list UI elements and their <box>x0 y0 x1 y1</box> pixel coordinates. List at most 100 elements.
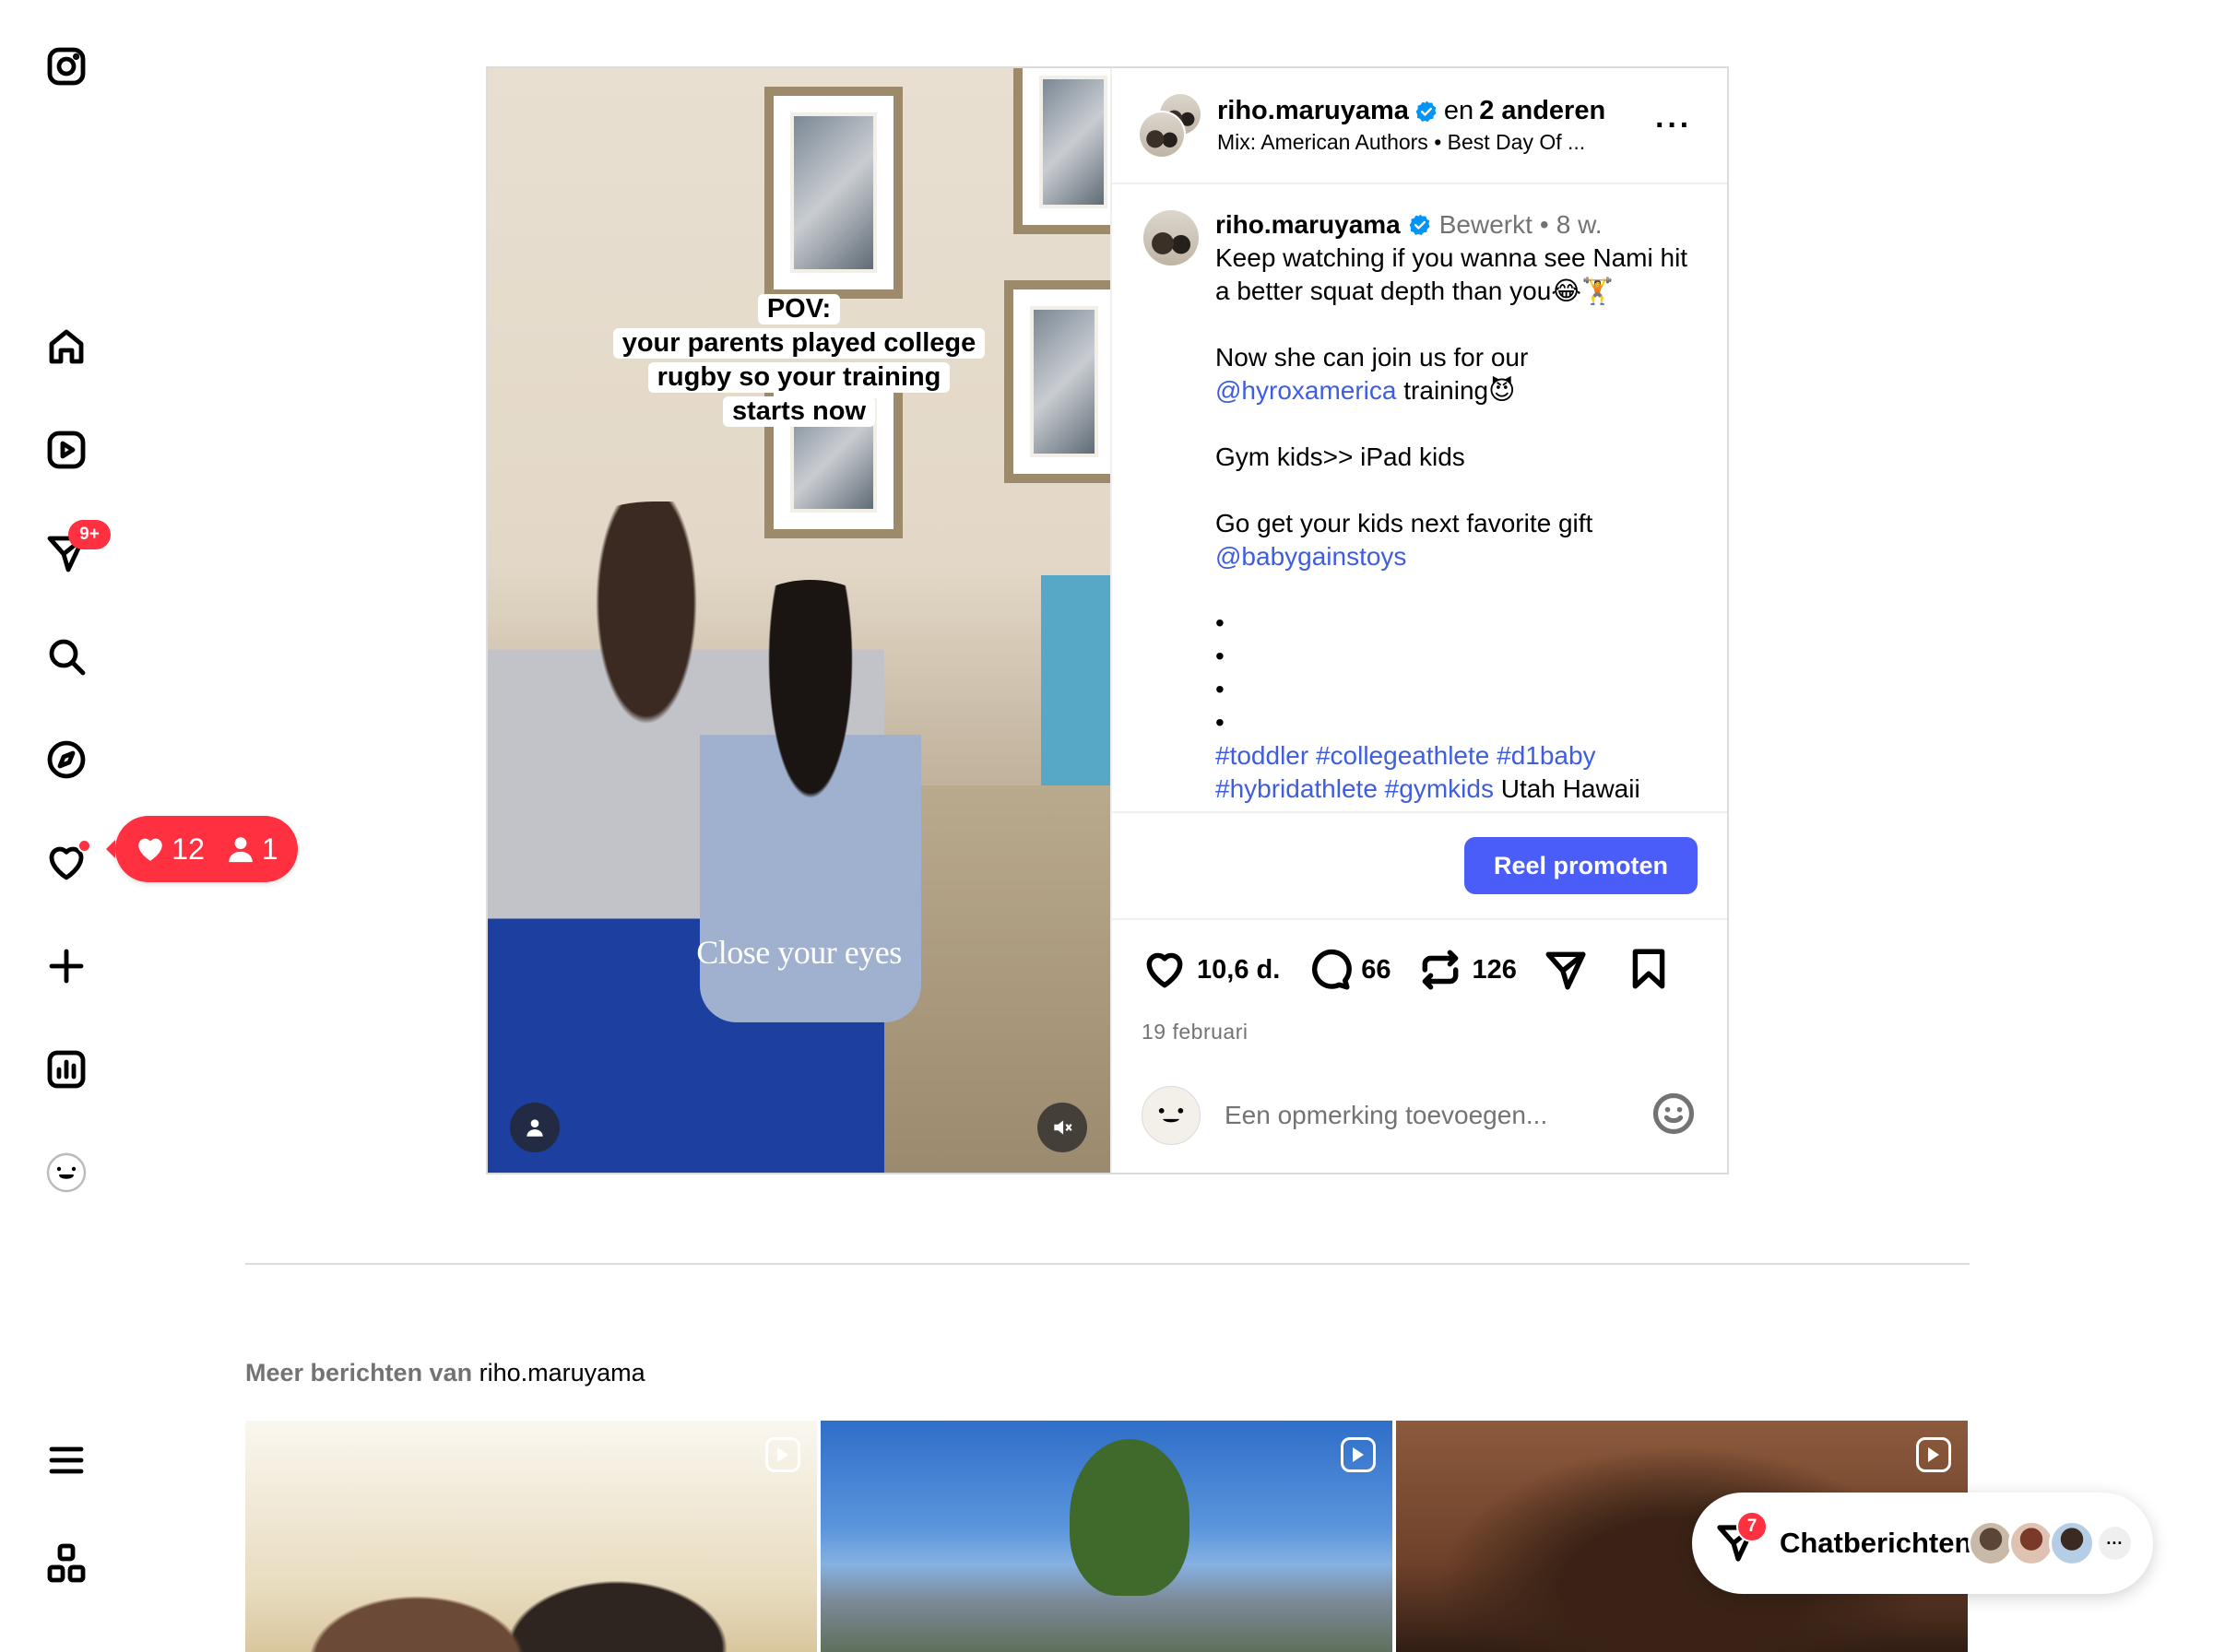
share-button[interactable] <box>1543 947 1589 993</box>
meta-separator: • <box>1539 210 1549 239</box>
post-actions: 10,6 d. 66 126 <box>1112 920 1727 1020</box>
heart-icon <box>1146 952 1183 988</box>
section-divider <box>245 1263 1970 1265</box>
post-header: riho.maruyama en 2 anderen Mix: American… <box>1112 68 1727 184</box>
notifications-heart-icon[interactable] <box>41 837 92 889</box>
comment-input[interactable] <box>1225 1101 1650 1130</box>
post-thumbnail[interactable] <box>821 1421 1392 1652</box>
reel-video[interactable]: POV: your parents played college rugby s… <box>488 68 1110 1173</box>
like-button[interactable]: 10,6 d. <box>1142 947 1280 993</box>
person-icon <box>527 1119 543 1137</box>
video-caption-overlay: POV: your parents played college rugby s… <box>488 294 1110 427</box>
caption-dot: • <box>1215 608 1225 637</box>
promote-row: Reel promoten <box>1112 813 1727 920</box>
promote-reel-button[interactable]: Reel promoten <box>1463 837 1698 894</box>
chat-messages-pill[interactable]: 7 Chatberichten ··· <box>1692 1493 2153 1594</box>
more-posts-heading: Meer berichten van riho.maruyama <box>245 1359 645 1387</box>
video-lyric-overlay: Close your eyes <box>696 934 902 971</box>
chat-avatars <box>1967 1520 2095 1566</box>
hashtags[interactable]: #hybridathlete #gymkids <box>1215 774 1494 803</box>
mention-babygainstoys[interactable]: @babygainstoys <box>1215 540 1698 573</box>
profile-avatar-icon[interactable] <box>41 1147 92 1198</box>
search-icon[interactable] <box>41 631 92 682</box>
instagram-logo-icon[interactable] <box>41 41 92 92</box>
direct-messages-icon[interactable]: 9+ <box>41 520 111 579</box>
caption-author-username[interactable]: riho.maruyama <box>1215 208 1401 242</box>
reels-icon[interactable] <box>41 424 92 476</box>
bookmark-icon <box>1632 949 1665 989</box>
post-thumbnail[interactable] <box>245 1421 817 1652</box>
reel-icon <box>1916 1437 1951 1472</box>
notification-dot <box>77 839 91 853</box>
muted-speaker-icon <box>1054 1120 1072 1135</box>
repost-count: 126 <box>1472 954 1517 985</box>
chat-badge: 7 <box>1736 1511 1768 1542</box>
comment-count: 66 <box>1361 954 1391 985</box>
post-age: 8 w. <box>1556 210 1603 239</box>
more-posts-prefix: Meer berichten van <box>245 1359 473 1386</box>
create-icon[interactable] <box>41 940 92 992</box>
collab-prefix: en <box>1443 96 1474 125</box>
repost-icon <box>1422 950 1458 990</box>
owner-avatar <box>1138 111 1186 159</box>
person-icon <box>229 837 253 863</box>
chat-label: Chatberichten <box>1779 1527 1970 1559</box>
chat-avatar <box>2048 1520 2095 1566</box>
edited-label: Bewerkt <box>1438 210 1533 239</box>
reel-icon <box>1341 1437 1376 1472</box>
current-user-avatar <box>1142 1086 1201 1145</box>
like-count: 10,6 d. <box>1197 954 1281 985</box>
video-caption-line: your parents played college <box>612 328 986 359</box>
mention-hyroxamerica[interactable]: @hyroxamerica <box>1215 376 1396 405</box>
reel-icon <box>765 1437 800 1472</box>
also-from-meta-icon[interactable] <box>41 1538 92 1589</box>
share-paper-plane-icon <box>1545 951 1586 990</box>
teal-box <box>1041 575 1110 806</box>
chat-more-icon: ··· <box>2098 1527 2131 1560</box>
notification-summary-pill[interactable]: 12 1 <box>106 816 298 882</box>
add-comment-row <box>1112 1056 1727 1173</box>
messages-badge: 9+ <box>68 520 111 549</box>
caption-line: Gym kids>> iPad kids <box>1215 442 1465 471</box>
mute-toggle-button[interactable] <box>1037 1103 1087 1152</box>
verified-badge-icon <box>1415 100 1437 122</box>
sidebar: 9+ 12 1 <box>0 0 298 1652</box>
repost-button[interactable]: 126 <box>1417 947 1517 993</box>
hashtags[interactable]: #toddler #collegeathlete #d1baby <box>1215 739 1698 773</box>
likes-count: 12 <box>172 832 205 866</box>
post-card: POV: your parents played college rugby s… <box>486 66 1729 1174</box>
save-button[interactable] <box>1626 946 1672 992</box>
post-side-panel: riho.maruyama en 2 anderen Mix: American… <box>1110 68 1727 1173</box>
wall-frame-picture <box>1013 68 1110 234</box>
caption-line: gym toys, gift ideas for toddlers, gift <box>1215 806 1698 811</box>
chat-avatar <box>1967 1520 2014 1566</box>
caption-author-avatar[interactable] <box>1142 208 1201 267</box>
caption-dot: • <box>1215 675 1225 703</box>
caption-line: training😈 <box>1403 376 1516 405</box>
dashboard-icon[interactable] <box>41 1044 92 1095</box>
emoji-picker-button[interactable] <box>1650 1090 1698 1142</box>
more-menu-icon[interactable] <box>41 1434 92 1486</box>
tagged-people-button[interactable] <box>510 1103 560 1152</box>
caption-dot: • <box>1215 708 1225 737</box>
heart-filled-icon <box>138 838 163 861</box>
post-author-username[interactable]: riho.maruyama <box>1217 96 1409 126</box>
explore-icon[interactable] <box>41 734 92 785</box>
chat-avatar <box>2007 1520 2054 1566</box>
video-caption-line: rugby so your training <box>647 362 951 393</box>
caption-line: Keep watching if you wanna see Nami hit … <box>1215 243 1688 305</box>
collab-avatars[interactable] <box>1138 92 1204 159</box>
caption-dot: • <box>1215 642 1225 670</box>
comment-button[interactable]: 66 <box>1306 947 1391 993</box>
wall-frame-picture <box>764 87 903 299</box>
caption-text: riho.maruyama Bewerkt • 8 w. Keep watchi… <box>1215 208 1698 811</box>
more-options-button[interactable]: ··· <box>1646 108 1701 144</box>
caption-section: riho.maruyama Bewerkt • 8 w. Keep watchi… <box>1112 184 1727 813</box>
more-posts-username[interactable]: riho.maruyama <box>479 1359 645 1386</box>
video-caption-line: POV: <box>757 294 841 324</box>
home-icon[interactable] <box>41 321 92 372</box>
video-caption-line: starts now <box>722 396 876 427</box>
audio-track-link[interactable]: Mix: American Authors • Best Day Of ... <box>1217 130 1646 155</box>
collab-others-link[interactable]: 2 anderen <box>1479 96 1605 126</box>
caption-line: Now she can join us for our <box>1215 343 1529 372</box>
